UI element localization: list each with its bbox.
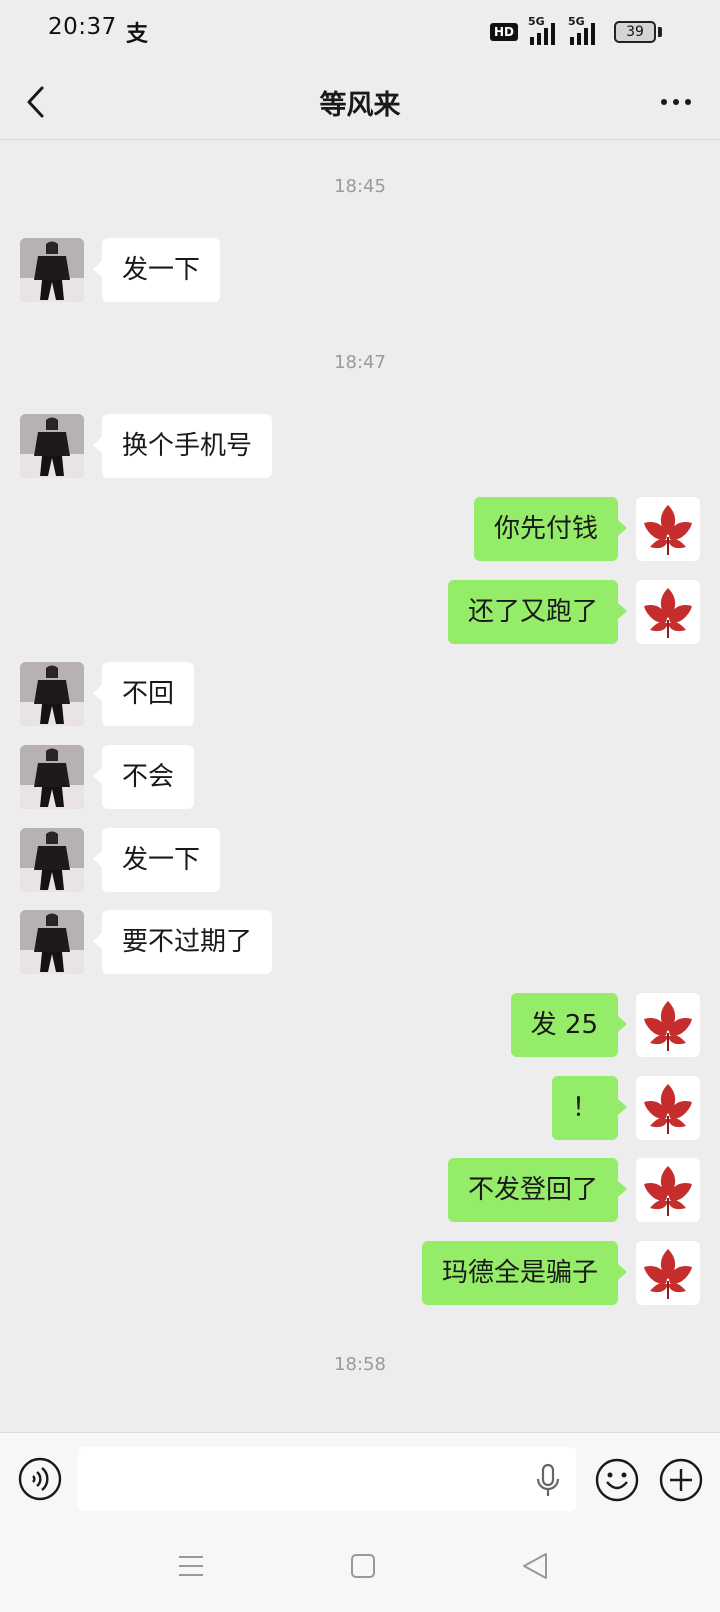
incoming-message-bubble[interactable]: 换个手机号	[92, 414, 273, 478]
message-row: 要不过期了	[0, 910, 720, 976]
outgoing-message-bubble[interactable]: ！	[551, 1076, 628, 1140]
message-row: 你先付钱	[0, 497, 720, 563]
incoming-message-bubble[interactable]: 发一下	[92, 828, 221, 892]
chat-title: 等风来	[319, 90, 401, 121]
outgoing-message-bubble[interactable]: 发 25	[510, 993, 628, 1057]
message-list[interactable]: 18:45 发一下 18:47 换个手机号 你先付钱 还了又跑了 不回 不会 发…	[0, 141, 720, 1432]
message-row: 不发登回了	[0, 1158, 720, 1224]
signal-1-icon: 5G	[528, 15, 558, 45]
mic-icon[interactable]	[532, 1463, 564, 1499]
message-timestamp: 18:58	[334, 1354, 386, 1375]
chat-header: 等风来	[0, 64, 720, 140]
system-nav-bar	[0, 1526, 720, 1612]
message-row: 不会	[0, 745, 720, 811]
message-row: 不回	[0, 662, 720, 728]
more-dots-icon[interactable]	[656, 82, 696, 122]
message-timestamp: 18:47	[334, 352, 386, 373]
contact-avatar[interactable]	[20, 414, 84, 478]
my-avatar-leaf-icon[interactable]	[636, 580, 700, 644]
outgoing-message-bubble[interactable]: 你先付钱	[473, 497, 628, 561]
incoming-message-bubble[interactable]: 不会	[92, 745, 195, 809]
recent-apps-icon[interactable]	[176, 1552, 206, 1580]
contact-avatar[interactable]	[20, 662, 84, 726]
battery-icon: 39	[614, 21, 656, 43]
incoming-message-bubble[interactable]: 发一下	[92, 238, 221, 302]
contact-avatar[interactable]	[20, 828, 84, 892]
chat-input-bar	[0, 1432, 720, 1526]
message-row: 发一下	[0, 238, 720, 304]
message-input[interactable]	[78, 1447, 576, 1511]
incoming-message-bubble[interactable]: 不回	[92, 662, 195, 726]
signal-2-icon: 5G	[568, 15, 598, 45]
message-row: 发一下	[0, 828, 720, 894]
my-avatar-leaf-icon[interactable]	[636, 1076, 700, 1140]
message-row: 发 25	[0, 993, 720, 1059]
message-row: 换个手机号	[0, 414, 720, 480]
my-avatar-leaf-icon[interactable]	[636, 993, 700, 1057]
system-back-icon[interactable]	[520, 1550, 550, 1582]
emoji-icon[interactable]	[594, 1457, 640, 1503]
outgoing-message-bubble[interactable]: 还了又跑了	[447, 580, 628, 644]
contact-avatar[interactable]	[20, 238, 84, 302]
outgoing-message-bubble[interactable]: 不发登回了	[447, 1158, 628, 1222]
voice-icon[interactable]	[18, 1457, 62, 1501]
outgoing-message-bubble[interactable]: 玛德全是骗子	[421, 1241, 628, 1305]
contact-avatar[interactable]	[20, 910, 84, 974]
battery-tip	[658, 27, 662, 37]
message-row: 还了又跑了	[0, 580, 720, 646]
hd-badge: HD	[489, 23, 518, 41]
message-row: ！	[0, 1076, 720, 1142]
my-avatar-leaf-icon[interactable]	[636, 497, 700, 561]
alipay-notification-icon: 支	[126, 22, 149, 47]
contact-avatar[interactable]	[20, 745, 84, 809]
my-avatar-leaf-icon[interactable]	[636, 1158, 700, 1222]
message-timestamp: 18:45	[334, 176, 386, 197]
message-row: 玛德全是骗子	[0, 1241, 720, 1307]
home-icon[interactable]	[350, 1552, 376, 1580]
my-avatar-leaf-icon[interactable]	[636, 1241, 700, 1305]
status-bar: 20:37 支 HD 5G 5G 39	[0, 0, 720, 64]
plus-icon[interactable]	[658, 1457, 704, 1503]
status-time: 20:37	[48, 14, 117, 40]
incoming-message-bubble[interactable]: 要不过期了	[92, 910, 273, 974]
